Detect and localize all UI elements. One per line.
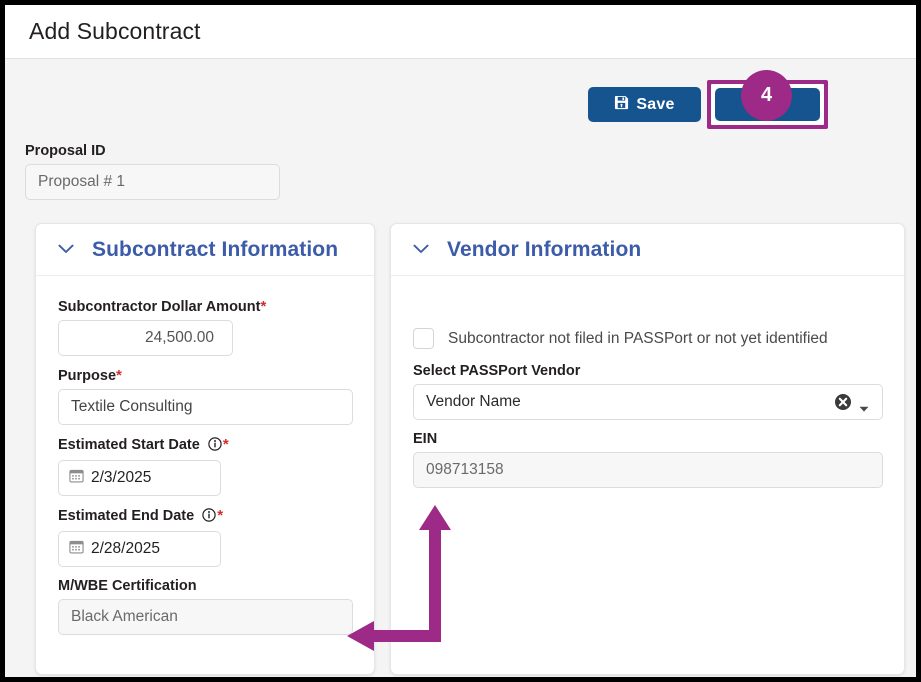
end-date-value: 2/28/2025: [91, 540, 160, 558]
vendor-select-field-group: Select PASSPort Vendor Vendor Name: [413, 363, 882, 420]
end-date-label-text: Estimated End Date: [58, 508, 194, 524]
subcontract-panel-header[interactable]: Subcontract Information: [36, 224, 374, 276]
start-date-label-text: Estimated Start Date: [58, 437, 200, 453]
amount-input[interactable]: 24,500.00: [58, 320, 233, 356]
end-date-label: Estimated End Date *: [58, 507, 352, 526]
title-bar: Add Subcontract: [5, 5, 916, 59]
ein-field-group: EIN 098713158: [413, 431, 882, 488]
start-date-input[interactable]: 2/3/2025: [58, 460, 221, 496]
calendar-icon: [69, 539, 84, 559]
proposal-id-label: Proposal ID: [25, 143, 280, 159]
vendor-not-filed-row[interactable]: Subcontractor not filed in PASSPort or n…: [413, 328, 882, 349]
purpose-field-group: Purpose* Textile Consulting: [58, 367, 352, 425]
vendor-panel-title: Vendor Information: [447, 238, 641, 262]
required-asterisk: *: [223, 436, 229, 453]
step-badge: 4: [741, 70, 792, 121]
required-asterisk: *: [217, 507, 223, 524]
end-date-field-group: Estimated End Date *: [58, 507, 352, 567]
end-date-input[interactable]: 2/28/2025: [58, 531, 221, 567]
ein-label: EIN: [413, 431, 882, 447]
subcontract-panel-title: Subcontract Information: [92, 238, 338, 262]
action-bar: Save Close 4: [5, 60, 916, 130]
mwbe-field-group: M/WBE Certification Black American: [58, 578, 352, 635]
amount-label: Subcontractor Dollar Amount*: [58, 298, 352, 315]
vendor-panel-header[interactable]: Vendor Information: [391, 224, 904, 276]
subcontract-panel-body: Subcontractor Dollar Amount* 24,500.00 P…: [36, 276, 374, 635]
vendor-select-input[interactable]: Vendor Name: [413, 384, 883, 420]
vendor-not-filed-checkbox[interactable]: [413, 328, 434, 349]
save-floppy-icon: [614, 95, 629, 115]
amount-field-group: Subcontractor Dollar Amount* 24,500.00: [58, 298, 352, 356]
proposal-id-field-group: Proposal ID Proposal # 1: [25, 143, 280, 200]
vendor-select-value: Vendor Name: [426, 393, 521, 411]
purpose-label: Purpose*: [58, 367, 352, 384]
start-date-value: 2/3/2025: [91, 469, 151, 487]
start-date-field-group: Estimated Start Date *: [58, 436, 352, 496]
info-circle-icon[interactable]: [202, 508, 216, 526]
chevron-down-icon[interactable]: [413, 241, 429, 259]
amount-label-text: Subcontractor Dollar Amount: [58, 299, 260, 315]
purpose-label-text: Purpose: [58, 368, 116, 384]
info-circle-icon[interactable]: [208, 437, 222, 455]
mwbe-input[interactable]: Black American: [58, 599, 353, 635]
vendor-panel-body: Subcontractor not filed in PASSPort or n…: [391, 276, 904, 488]
start-date-label: Estimated Start Date *: [58, 436, 352, 455]
vendor-select-label: Select PASSPort Vendor: [413, 363, 882, 379]
page-title: Add Subcontract: [29, 18, 201, 45]
vendor-information-panel: Vendor Information Subcontractor not fil…: [390, 223, 905, 675]
application-window: Add Subcontract Save Close: [0, 0, 921, 682]
save-button[interactable]: Save: [588, 87, 701, 122]
chevron-down-icon[interactable]: [58, 241, 74, 259]
calendar-icon: [69, 468, 84, 488]
vendor-not-filed-label: Subcontractor not filed in PASSPort or n…: [448, 330, 828, 348]
subcontract-information-panel: Subcontract Information Subcontractor Do…: [35, 223, 375, 675]
caret-down-icon[interactable]: [859, 400, 869, 418]
mwbe-label: M/WBE Certification: [58, 578, 352, 594]
required-asterisk: *: [116, 367, 122, 384]
clear-circle-x-icon[interactable]: [834, 393, 852, 416]
ein-input[interactable]: 098713158: [413, 452, 883, 488]
save-button-label: Save: [636, 96, 674, 114]
purpose-input[interactable]: Textile Consulting: [58, 389, 353, 425]
proposal-id-input[interactable]: Proposal # 1: [25, 164, 280, 200]
required-asterisk: *: [260, 298, 266, 315]
